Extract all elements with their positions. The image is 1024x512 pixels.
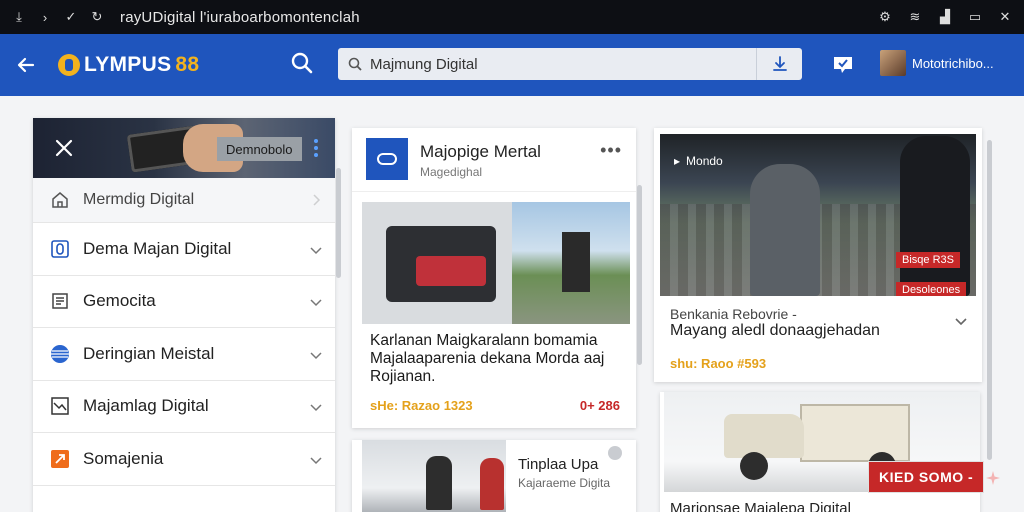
card-kicker: Benkania Rebovrie -: [670, 306, 797, 322]
scrollbar[interactable]: [987, 140, 992, 460]
document-icon: [49, 290, 71, 312]
notification-icon[interactable]: [830, 51, 856, 77]
close-icon[interactable]: [53, 137, 75, 159]
menu-banner: Demnobolo: [33, 118, 335, 178]
card-header: Majopige Mertal Magedighal •••: [352, 128, 636, 192]
url-text: rayUDigital l'iuraboarbomontenclah: [120, 8, 360, 26]
card-tag-label: Mondo: [686, 154, 723, 168]
card-body: Karlanan Maigkaralann bomamia Majalaapar…: [370, 332, 605, 385]
card-title: Tinplaa Upa: [518, 456, 599, 473]
sidebar-item-phone[interactable]: Dema Majan Digital: [33, 223, 335, 276]
person-image: [480, 458, 504, 510]
brand-logo[interactable]: LYMPUS 88: [58, 53, 199, 77]
chevron-down-icon[interactable]: [954, 314, 968, 328]
card-image[interactable]: [362, 202, 630, 324]
channel-logo-icon: [366, 138, 408, 180]
more-horizontal-icon[interactable]: •••: [600, 140, 622, 161]
card-image[interactable]: ▸ Mondo Bisqe R3S Desoleones: [660, 134, 976, 296]
logo-main: LYMPUS: [84, 53, 172, 76]
chevron-down-icon: [309, 294, 323, 308]
wifi-icon: ≋: [909, 9, 921, 24]
card-count: 0+ 286: [579, 398, 620, 413]
status-badge: Desoleones: [896, 282, 967, 296]
sidebar-item-label: Gemocita: [83, 291, 156, 311]
card-image[interactable]: [362, 440, 506, 512]
battery-icon: ▭: [968, 9, 982, 24]
chevron-down-icon: [309, 399, 323, 413]
chevron-down-icon: [309, 242, 323, 256]
chart-icon: [49, 395, 71, 417]
card-meta: shu: Raoo #593: [670, 356, 767, 371]
settings-icon: ⚙: [879, 9, 891, 24]
more-vertical-icon[interactable]: [311, 136, 321, 160]
download-icon: ⤓: [16, 9, 22, 24]
user-name: Mototrichibo...: [912, 55, 994, 71]
logo-accent: 88: [175, 53, 200, 76]
close-icon[interactable]: ✕: [998, 9, 1012, 24]
signal-icon: ▟: [940, 9, 950, 24]
check-icon: ✓: [65, 9, 77, 24]
home-icon: [49, 189, 71, 211]
card-title: Mayang aledl donaagjehadan: [670, 322, 880, 339]
sparkle-icon: [985, 470, 1001, 486]
person-image: [426, 456, 452, 510]
card-meta: sHe: Razao 1323: [370, 398, 473, 413]
share-icon: [49, 448, 71, 470]
phone-icon: [49, 238, 71, 260]
chevron-down-icon: [309, 452, 323, 466]
globe-icon: [49, 343, 71, 365]
sidebar-item-globe[interactable]: Deringian Meistal: [33, 328, 335, 381]
sidebar-item-label: Somajenia: [83, 448, 164, 468]
sidebar-item-document[interactable]: Gemocita: [33, 276, 335, 328]
play-icon: ▸: [674, 154, 681, 168]
search-field-icon: [348, 57, 362, 71]
scrollbar[interactable]: [336, 168, 341, 278]
person-image: [750, 164, 820, 296]
app-header: LYMPUS 88 Majmung Digital Mototrichibo...: [0, 34, 1024, 96]
logo-mark-icon: [58, 54, 80, 76]
voice-search-button[interactable]: [756, 48, 802, 80]
promo-button[interactable]: KIED SOMO -: [868, 461, 985, 493]
post-image: [562, 232, 590, 292]
sidebar-item-label: Mermdig Digital: [83, 191, 195, 208]
sidebar-item-chart[interactable]: Majamlag Digital: [33, 381, 335, 433]
feed-card[interactable]: ▸ Mondo Bisqe R3S Desoleones Benkania Re…: [654, 128, 982, 382]
refresh-icon[interactable]: ↻: [90, 9, 104, 24]
sidebar-item-share[interactable]: Somajenia: [33, 433, 335, 486]
back-icon[interactable]: [14, 53, 38, 77]
machine-image: [362, 202, 512, 324]
sidebar-item-home[interactable]: Mermdig Digital: [33, 178, 335, 223]
person-image: [900, 136, 970, 296]
option-dot-icon[interactable]: [608, 446, 622, 460]
chevron-right-icon: [309, 193, 323, 207]
menu-tag-button[interactable]: Demnobolo: [217, 137, 302, 161]
status-badge: Bisqe R3S: [896, 252, 960, 268]
card-tag: ▸ Mondo: [674, 154, 723, 168]
sidebar-item-label: Majamlag Digital: [83, 396, 209, 416]
chevron-down-icon: [309, 347, 323, 361]
search-value: Majmung Digital: [370, 55, 478, 73]
feed-card[interactable]: Marjonsae Majalepa Digital: [660, 392, 980, 512]
card-title: Majopige Mertal: [420, 142, 541, 161]
search-input[interactable]: Majmung Digital: [338, 48, 802, 80]
avatar: [880, 50, 906, 76]
side-menu: Demnobolo Mermdig Digital Dema Majan Dig…: [33, 118, 335, 512]
card-subtitle: Magedighal: [420, 165, 483, 179]
feed-card[interactable]: Tinplaa Upa Kajaraeme Digita: [352, 440, 636, 512]
scrollbar[interactable]: [637, 185, 642, 365]
forward-icon[interactable]: ›: [38, 10, 52, 25]
card-subtitle: Kajaraeme Digita: [518, 476, 611, 490]
search-icon[interactable]: [290, 51, 314, 75]
user-profile[interactable]: Mototrichibo...: [880, 50, 994, 76]
status-bar: ⤓ › ✓ ↻ rayUDigital l'iuraboarbomontencl…: [0, 0, 1024, 34]
sidebar-item-label: Dema Majan Digital: [83, 238, 232, 258]
sidebar-item-label: Deringian Meistal: [83, 343, 215, 363]
card-title: Marjonsae Majalepa Digital: [670, 500, 851, 512]
feed-card[interactable]: Majopige Mertal Magedighal ••• Karlanan …: [352, 128, 636, 428]
